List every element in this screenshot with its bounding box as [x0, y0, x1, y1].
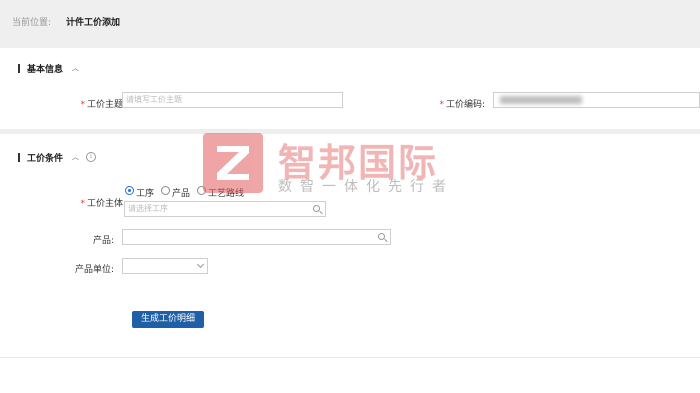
process-select-input[interactable]: 请选择工序	[124, 201, 326, 217]
radio-product[interactable]	[161, 186, 170, 195]
generate-detail-button[interactable]: 生成工价明细	[132, 311, 204, 328]
info-icon[interactable]: i	[86, 152, 96, 162]
radio-process-label: 工序	[136, 189, 155, 199]
search-icon[interactable]	[313, 205, 320, 212]
body-label: * 工价主体:	[80, 199, 126, 209]
page-title: 计件工价添加	[66, 18, 121, 28]
section-title-basic: 基本信息	[27, 65, 64, 75]
bottom-divider	[0, 357, 700, 358]
chevron-up-icon[interactable]: ︿	[72, 63, 79, 73]
product-label: 产品:	[92, 236, 114, 246]
breadcrumb-label: 当前位置:	[12, 18, 52, 28]
watermark-subtitle: 数智一体化先行者	[278, 179, 454, 195]
unit-label: 产品单位:	[74, 265, 114, 275]
radio-process[interactable]	[125, 186, 134, 195]
chevron-up-icon[interactable]: ︿	[72, 152, 79, 162]
code-value-redacted	[500, 96, 582, 104]
section-marker	[18, 64, 20, 73]
watermark-logo	[203, 133, 263, 193]
product-input[interactable]	[122, 229, 391, 245]
radio-product-label: 产品	[172, 189, 191, 199]
section-marker	[18, 153, 20, 162]
logo-z-icon	[217, 146, 249, 180]
code-label: * 工价编码:	[439, 100, 485, 110]
search-icon[interactable]	[378, 233, 385, 240]
section-title-conditions: 工价条件	[27, 154, 64, 164]
subject-label: * 工价主题:	[80, 100, 126, 110]
breadcrumb-bar: 当前位置: 计件工价添加	[0, 0, 700, 48]
subject-input[interactable]: 请填写工价主题	[122, 92, 343, 108]
unit-select[interactable]	[122, 258, 208, 274]
